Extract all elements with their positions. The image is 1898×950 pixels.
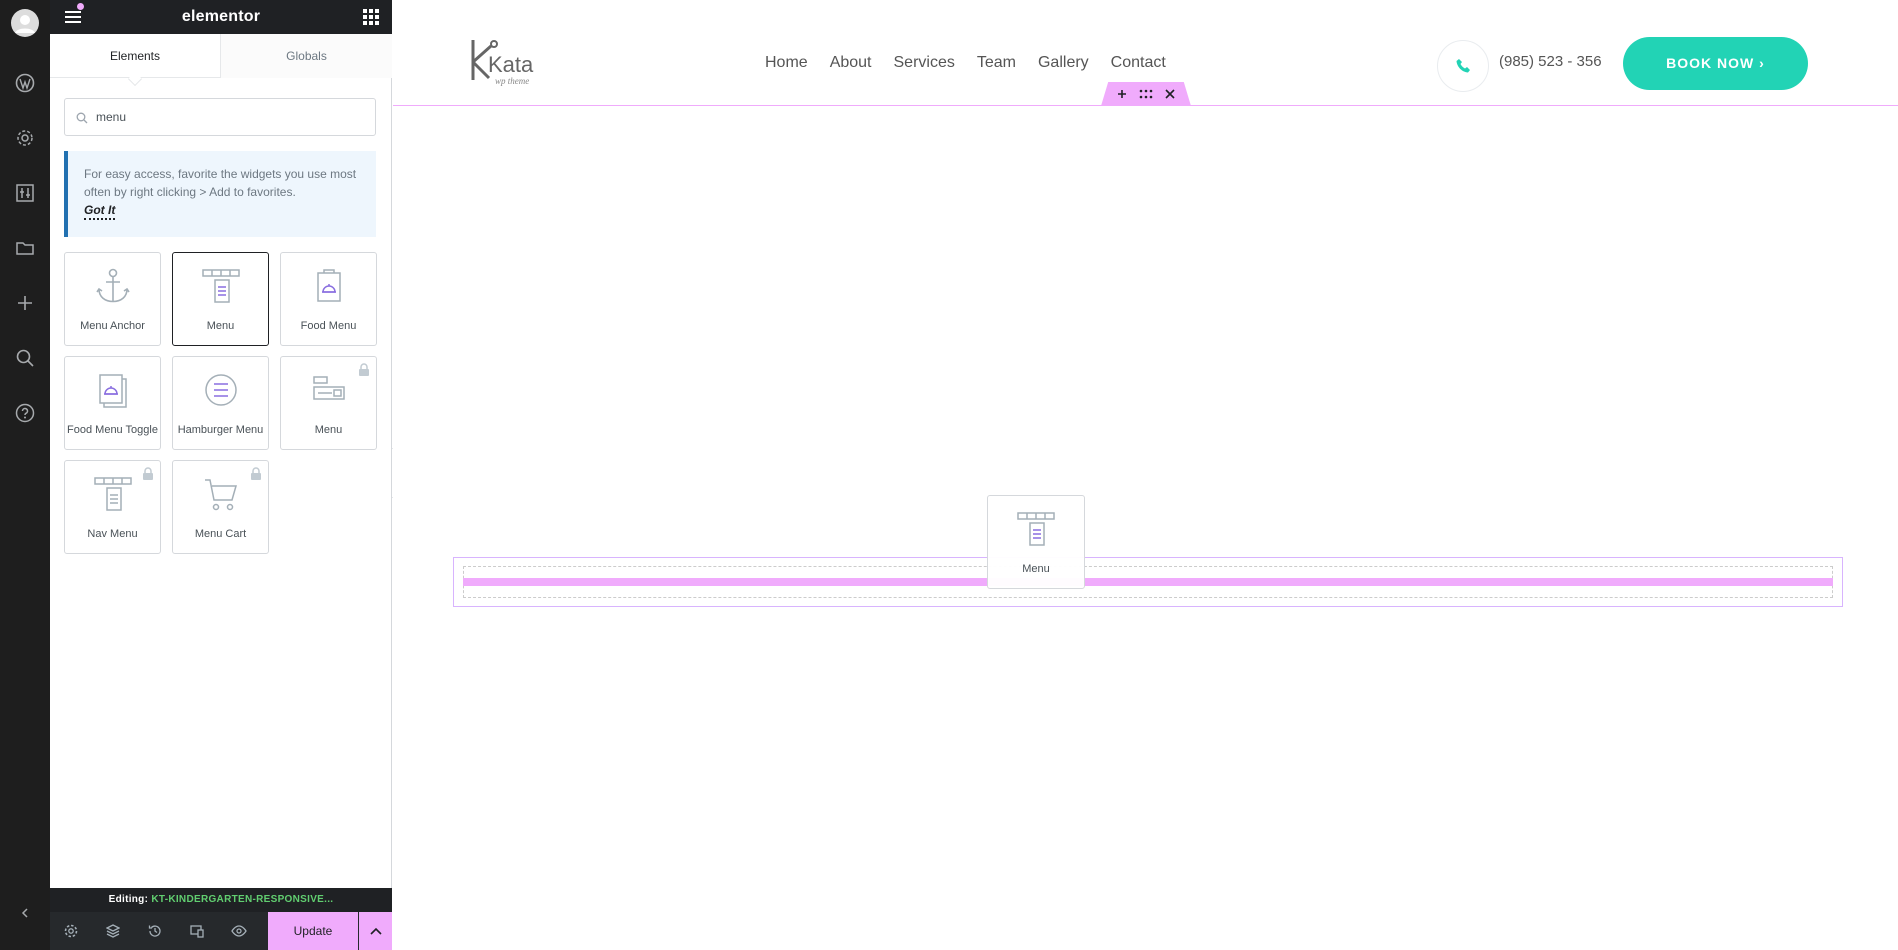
nav-menu-icon xyxy=(65,475,160,513)
collapse-rail-icon[interactable] xyxy=(0,893,50,933)
history-icon[interactable] xyxy=(134,912,176,950)
chevron-up-icon xyxy=(369,927,382,935)
admin-rail xyxy=(0,0,50,950)
phone-number[interactable]: (985) 523 - 356 xyxy=(1499,53,1602,70)
drop-zone[interactable] xyxy=(453,557,1843,607)
widget-nav-menu[interactable]: Nav Menu xyxy=(64,460,161,554)
editing-document-name[interactable]: KT-KINDERGARTEN-RESPONSIVE... xyxy=(151,894,333,905)
site-settings-icon[interactable] xyxy=(0,173,50,213)
wordpress-icon[interactable] xyxy=(0,63,50,103)
search-icon[interactable] xyxy=(0,338,50,378)
widget-menu[interactable]: Menu xyxy=(172,252,269,346)
food-menu-toggle-icon xyxy=(65,371,160,409)
preview-canvas: Kata wp theme Home About Services Team G… xyxy=(393,0,1898,950)
editing-status: Editing: KT-KINDERGARTEN-RESPONSIVE... xyxy=(50,888,392,912)
settings-gear-icon[interactable] xyxy=(50,912,92,950)
elementor-panel: elementor Elements Globals For easy acce… xyxy=(50,0,392,950)
widget-search-input[interactable] xyxy=(94,99,364,135)
nav-item-contact[interactable]: Contact xyxy=(1111,54,1166,72)
editing-prefix: Editing: xyxy=(108,894,149,905)
drag-handle-icon[interactable] xyxy=(1139,89,1153,99)
preview-eye-icon[interactable] xyxy=(218,912,260,950)
widget-label: Food Menu Toggle xyxy=(67,424,158,436)
tab-elements[interactable]: Elements xyxy=(50,34,221,87)
widget-menu-pro[interactable]: Menu xyxy=(280,356,377,450)
nav-item-gallery[interactable]: Gallery xyxy=(1038,54,1089,72)
site-logo[interactable]: Kata wp theme xyxy=(467,36,539,86)
menu-card-icon xyxy=(281,371,376,409)
responsive-mode-icon[interactable] xyxy=(176,912,218,950)
widget-menu-cart[interactable]: Menu Cart xyxy=(172,460,269,554)
search-icon xyxy=(76,111,88,129)
nav-item-services[interactable]: Services xyxy=(894,54,955,72)
widgets-grid-icon[interactable] xyxy=(362,8,380,26)
menu-widget-icon xyxy=(988,510,1084,548)
drop-indicator xyxy=(463,578,1833,586)
update-options-button[interactable] xyxy=(359,912,392,950)
hamburger-menu-icon xyxy=(173,371,268,409)
update-button[interactable]: Update xyxy=(268,912,358,950)
food-menu-icon xyxy=(281,267,376,305)
panel-tabs: Elements Globals xyxy=(50,34,392,87)
widget-hamburger-menu[interactable]: Hamburger Menu xyxy=(172,356,269,450)
navigator-layers-icon[interactable] xyxy=(92,912,134,950)
widget-label: Menu xyxy=(206,320,235,332)
active-tab-caret xyxy=(127,71,143,87)
nav-item-home[interactable]: Home xyxy=(765,54,808,72)
tab-elements-label: Elements xyxy=(109,49,161,63)
tab-globals[interactable]: Globals xyxy=(221,34,392,78)
widget-label: Hamburger Menu xyxy=(177,424,264,436)
anchor-icon xyxy=(65,267,160,305)
favorites-tip-text: For easy access, favorite the widgets yo… xyxy=(84,167,357,199)
site-header: Kata wp theme Home About Services Team G… xyxy=(393,0,1898,106)
logo-text: Kata xyxy=(488,52,534,77)
widget-food-menu-toggle[interactable]: Food Menu Toggle xyxy=(64,356,161,450)
help-icon[interactable] xyxy=(0,393,50,433)
add-section-icon[interactable] xyxy=(1117,89,1127,99)
dragged-widget[interactable]: Menu xyxy=(987,495,1085,589)
section-handle xyxy=(1101,82,1191,106)
site-nav: Home About Services Team Gallery Contact xyxy=(765,54,1166,72)
user-avatar[interactable] xyxy=(0,3,50,43)
widget-menu-anchor[interactable]: Menu Anchor xyxy=(64,252,161,346)
menu-widget-icon xyxy=(173,267,268,305)
panel-footer: Update xyxy=(50,912,392,950)
phone-icon xyxy=(1456,59,1470,73)
widget-label: Food Menu xyxy=(300,320,357,332)
widget-food-menu[interactable]: Food Menu xyxy=(280,252,377,346)
add-icon[interactable] xyxy=(0,283,50,323)
favorites-tip: For easy access, favorite the widgets yo… xyxy=(64,151,376,237)
nav-item-about[interactable]: About xyxy=(830,54,872,72)
dragged-widget-label: Menu xyxy=(1022,563,1050,575)
close-icon[interactable] xyxy=(1165,89,1175,99)
cart-icon xyxy=(173,475,268,513)
book-now-button[interactable]: BOOK NOW › xyxy=(1623,37,1808,90)
tab-globals-label: Globals xyxy=(286,49,327,63)
elementor-logo: elementor xyxy=(181,8,261,25)
settings-gear-icon[interactable] xyxy=(0,118,50,158)
widget-label: Menu Cart xyxy=(194,528,247,540)
widget-label: Menu Anchor xyxy=(80,320,145,332)
logo-subtext: wp theme xyxy=(495,76,529,86)
widget-label: Nav Menu xyxy=(87,528,138,540)
widget-search xyxy=(64,98,376,136)
got-it-link[interactable]: Got It xyxy=(84,203,116,220)
nav-item-team[interactable]: Team xyxy=(977,54,1016,72)
phone-icon-circle[interactable] xyxy=(1437,40,1489,92)
folder-icon[interactable] xyxy=(0,228,50,268)
panel-header: elementor xyxy=(50,0,392,34)
widget-label: Menu xyxy=(314,424,343,436)
